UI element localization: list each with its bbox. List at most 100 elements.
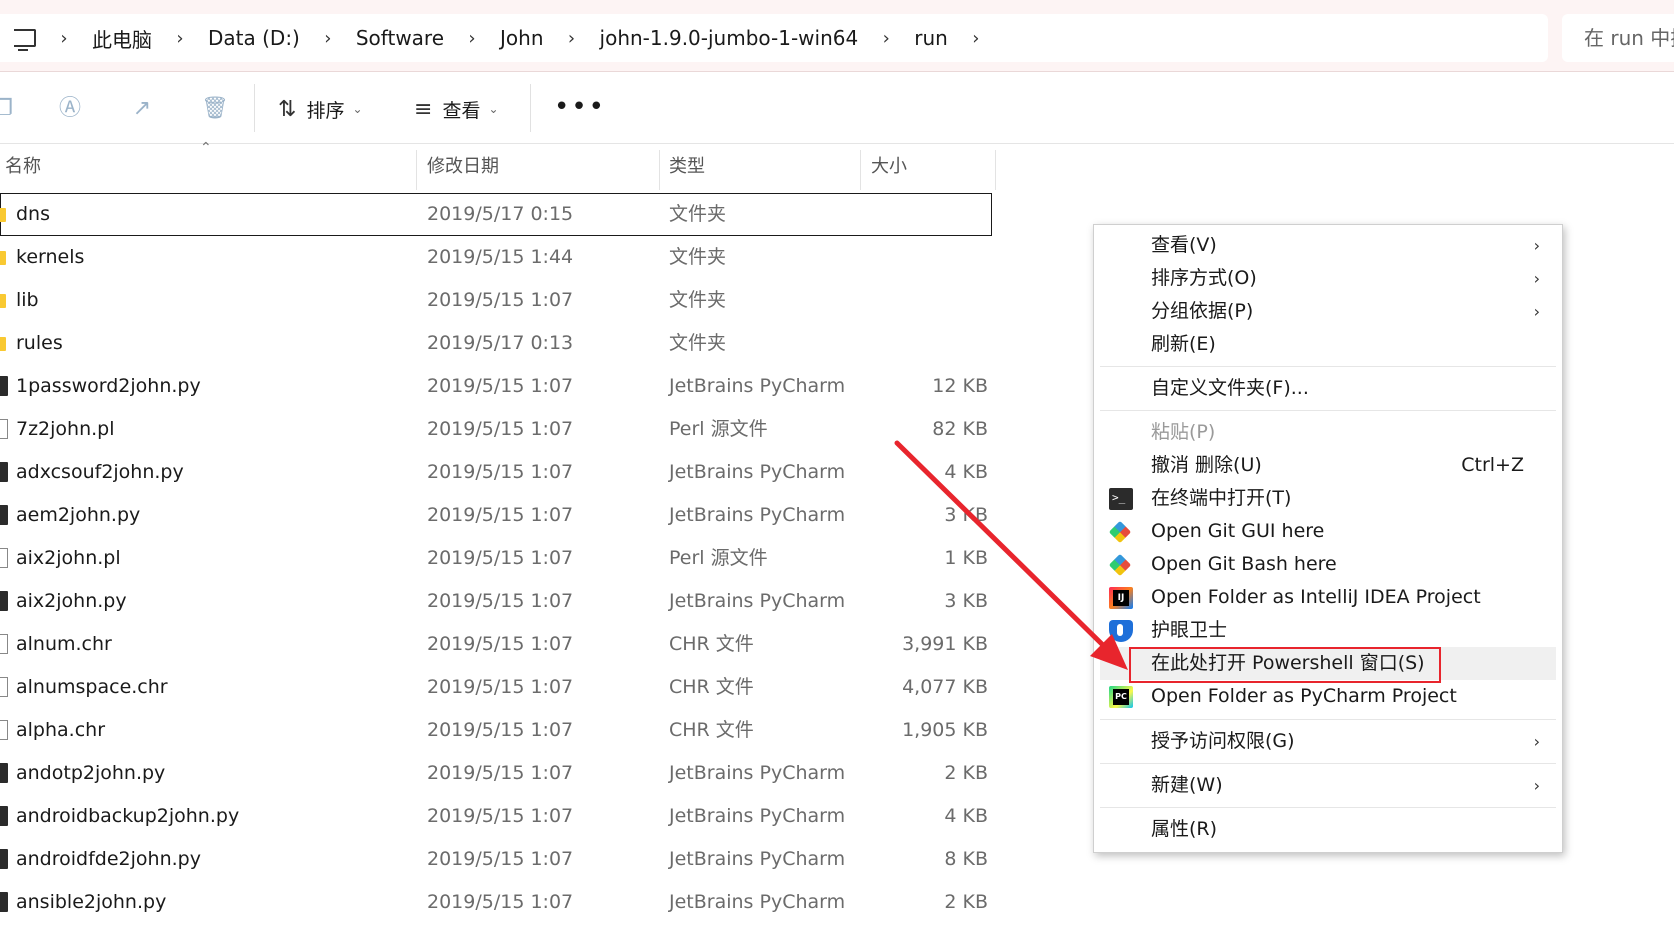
file-row[interactable]: alpha.chr 2019/5/15 1:07 CHR 文件 1,905 KB <box>0 709 1000 752</box>
menu-item-git-gui[interactable]: Open Git GUI here <box>1100 515 1556 548</box>
file-name: dns <box>16 203 51 225</box>
python-file-icon <box>0 763 8 783</box>
file-icon <box>0 419 8 439</box>
rename-icon[interactable]: Ⓐ <box>57 96 83 122</box>
chevron-right-icon[interactable]: › <box>966 28 986 49</box>
breadcrumb-item-software[interactable]: Software <box>338 26 462 50</box>
file-type: JetBrains PyCharm <box>669 590 846 612</box>
chevron-down-icon: ⌄ <box>352 102 363 116</box>
git-icon <box>1108 553 1132 577</box>
file-size: 3,991 KB <box>902 633 988 655</box>
file-row[interactable]: kernels 2019/5/15 1:44 文件夹 <box>0 236 1000 279</box>
menu-item-undo-delete[interactable]: 撤消 删除(U) Ctrl+Z <box>1100 449 1556 482</box>
file-row[interactable]: aix2john.pl 2019/5/15 1:07 Perl 源文件 1 KB <box>0 537 1000 580</box>
menu-item-git-bash[interactable]: Open Git Bash here <box>1100 548 1556 581</box>
menu-item-open-in-terminal[interactable]: 在终端中打开(T) <box>1100 482 1556 515</box>
file-modified-date: 2019/5/17 0:15 <box>427 203 574 225</box>
file-row[interactable]: aix2john.py 2019/5/15 1:07 JetBrains PyCha… <box>0 580 1000 623</box>
view-button[interactable]: ≡ 查看 ⌄ <box>414 94 499 124</box>
breadcrumb-item-this-pc[interactable]: 此电脑 <box>74 24 170 53</box>
delete-icon[interactable]: 🗑 <box>201 96 229 122</box>
shield-icon <box>1109 620 1133 642</box>
chevron-right-icon[interactable]: › <box>462 28 482 49</box>
search-input[interactable]: 在 run 中搜 <box>1562 14 1674 62</box>
file-modified-date: 2019/5/15 1:07 <box>427 676 574 698</box>
column-header-size[interactable]: 大小 <box>871 144 907 190</box>
file-icon <box>0 677 8 697</box>
computer-icon[interactable] <box>14 29 36 51</box>
column-divider[interactable] <box>860 150 861 190</box>
menu-item-pycharm[interactable]: Open Folder as PyCharm Project <box>1100 680 1556 713</box>
file-type: JetBrains PyCharm <box>669 504 846 526</box>
chevron-right-icon: › <box>1533 776 1540 795</box>
menu-item-new[interactable]: 新建(W) › <box>1100 769 1556 802</box>
file-row[interactable]: rules 2019/5/17 0:13 文件夹 <box>0 322 1000 365</box>
more-options-button[interactable]: ••• <box>554 92 606 122</box>
file-row[interactable]: lib 2019/5/15 1:07 文件夹 <box>0 279 1000 322</box>
column-header-type[interactable]: 类型 <box>669 144 705 190</box>
file-row[interactable]: 1password2john.py 2019/5/15 1:07 JetBrains… <box>0 365 1000 408</box>
copy-icon[interactable]: ❐ <box>0 96 16 122</box>
file-type: CHR 文件 <box>669 719 754 741</box>
menu-item-customize-folder[interactable]: 自定义文件夹(F)... <box>1100 372 1556 405</box>
file-row[interactable]: 7z2john.pl 2019/5/15 1:07 Perl 源文件 82 KB <box>0 408 1000 451</box>
chevron-right-icon[interactable]: › <box>876 28 896 49</box>
file-type: JetBrains PyCharm <box>669 805 846 827</box>
menu-item-group-by[interactable]: 分组依据(P) › <box>1100 295 1556 328</box>
menu-item-properties[interactable]: 属性(R) <box>1100 813 1556 846</box>
menu-item-grant-access[interactable]: 授予访问权限(G) › <box>1100 725 1556 758</box>
menu-separator <box>1100 410 1556 411</box>
breadcrumb: › 此电脑 › Data (D:) › Software › John › jo… <box>0 14 986 62</box>
python-file-icon <box>0 849 8 869</box>
column-header-name[interactable]: 名称 <box>5 144 41 190</box>
menu-item-view[interactable]: 查看(V) › <box>1100 229 1556 262</box>
sort-button[interactable]: ⇅ 排序 ⌄ <box>278 94 363 124</box>
command-bar: ❐ Ⓐ ↗ 🗑 ⇅ 排序 ⌄ ≡ 查看 ⌄ ••• <box>0 72 1674 144</box>
column-header-row: ⌃ 名称 修改日期 类型 大小 <box>0 140 1000 190</box>
file-size: 8 KB <box>944 848 988 870</box>
file-row[interactable]: androidfde2john.py 2019/5/15 1:07 JetBrain… <box>0 838 1000 881</box>
chevron-right-icon[interactable]: › <box>318 28 338 49</box>
file-row[interactable]: aem2john.py 2019/5/15 1:07 JetBrains PyCha… <box>0 494 1000 537</box>
file-modified-date: 2019/5/15 1:07 <box>427 848 574 870</box>
folder-icon <box>0 294 6 308</box>
chevron-right-icon[interactable]: › <box>562 28 582 49</box>
file-row[interactable]: adxcsouf2john.py 2019/5/15 1:07 JetBrains … <box>0 451 1000 494</box>
file-size: 82 KB <box>932 418 988 440</box>
file-name: adxcsouf2john.py <box>16 461 184 483</box>
file-row[interactable]: alnum.chr 2019/5/15 1:07 CHR 文件 3,991 KB <box>0 623 1000 666</box>
chevron-right-icon[interactable]: › <box>54 28 74 49</box>
address-bar[interactable]: › 此电脑 › Data (D:) › Software › John › jo… <box>0 14 1548 62</box>
file-type: JetBrains PyCharm <box>669 762 846 784</box>
file-row[interactable]: ansible2john.py 2019/5/15 1:07 JetBrains P… <box>0 881 1000 924</box>
column-divider[interactable] <box>659 150 660 190</box>
breadcrumb-item-run[interactable]: run <box>896 26 966 50</box>
file-row[interactable]: alnumspace.chr 2019/5/15 1:07 CHR 文件 4,077 … <box>0 666 1000 709</box>
breadcrumb-item-data-drive[interactable]: Data (D:) <box>190 26 318 50</box>
file-row[interactable]: andotp2john.py 2019/5/15 1:07 JetBrains Py… <box>0 752 1000 795</box>
file-row[interactable]: androidbackup2john.py 2019/5/15 1:07 JetBr… <box>0 795 1000 838</box>
file-row[interactable]: dns 2019/5/17 0:15 文件夹 <box>0 193 992 236</box>
menu-item-eye-guard[interactable]: 护眼卫士 <box>1100 614 1556 647</box>
python-file-icon <box>0 505 8 525</box>
menu-item-refresh[interactable]: 刷新(E) <box>1100 328 1556 361</box>
menu-item-intellij[interactable]: Open Folder as IntelliJ IDEA Project <box>1100 581 1556 614</box>
file-name: androidfde2john.py <box>16 848 201 870</box>
share-icon[interactable]: ↗ <box>129 96 155 122</box>
file-modified-date: 2019/5/15 1:07 <box>427 504 574 526</box>
folder-icon <box>0 337 6 351</box>
file-modified-date: 2019/5/15 1:07 <box>427 289 574 311</box>
menu-separator <box>1100 719 1556 720</box>
column-header-modified[interactable]: 修改日期 <box>427 144 499 190</box>
menu-item-sort-by[interactable]: 排序方式(O) › <box>1100 262 1556 295</box>
file-icon <box>0 634 8 654</box>
breadcrumb-item-john-jumbo[interactable]: john-1.9.0-jumbo-1-win64 <box>582 26 877 50</box>
file-modified-date: 2019/5/15 1:07 <box>427 590 574 612</box>
column-divider[interactable] <box>995 150 996 190</box>
breadcrumb-item-john[interactable]: John <box>482 26 562 50</box>
chevron-right-icon[interactable]: › <box>170 28 190 49</box>
file-type: JetBrains PyCharm <box>669 891 846 913</box>
column-divider[interactable] <box>416 150 417 190</box>
menu-item-label: 属性(R) <box>1151 818 1218 840</box>
menu-item-label: 撤消 删除(U) <box>1151 454 1262 476</box>
